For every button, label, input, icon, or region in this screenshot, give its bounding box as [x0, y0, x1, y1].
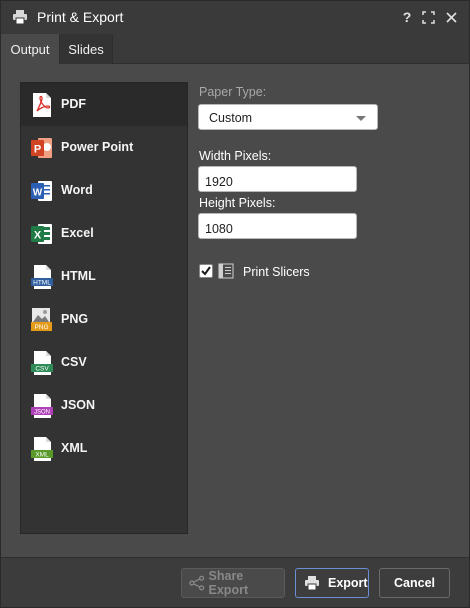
- svg-text:HTML: HTML: [33, 280, 51, 287]
- width-pixels-input[interactable]: [198, 166, 357, 192]
- powerpoint-icon: P: [31, 138, 52, 158]
- cancel-button[interactable]: Cancel: [379, 568, 450, 598]
- html-icon: HTML: [31, 265, 53, 289]
- tab-slides[interactable]: Slides: [60, 34, 113, 64]
- height-pixels-label: Height Pixels:: [199, 196, 276, 210]
- paper-type-label: Paper Type:: [199, 85, 267, 99]
- format-label: HTML: [61, 269, 96, 283]
- format-label: Power Point: [61, 140, 134, 154]
- format-item-word[interactable]: W Word: [21, 169, 187, 212]
- format-label: Word: [61, 183, 93, 197]
- paper-type-value: Custom: [209, 111, 253, 125]
- format-label: JSON: [61, 398, 96, 412]
- format-item-html[interactable]: HTML HTML: [21, 255, 187, 298]
- paper-type-select[interactable]: Custom: [198, 104, 378, 130]
- checkmark-icon: [201, 266, 211, 276]
- print-slicers-label: Print Slicers: [243, 265, 310, 279]
- svg-text:P: P: [34, 144, 41, 156]
- word-icon: W: [31, 181, 52, 201]
- svg-text:X: X: [34, 230, 42, 242]
- format-label: PNG: [61, 312, 89, 326]
- window-title: Print & Export: [37, 9, 124, 25]
- maximize-icon[interactable]: [418, 7, 438, 27]
- share-icon: [189, 575, 205, 591]
- format-item-powerpoint[interactable]: P Power Point: [21, 126, 187, 169]
- print-export-dialog: Print & Export ? Output Slides PDF P Pow…: [0, 0, 470, 608]
- height-pixels-input[interactable]: [198, 213, 357, 239]
- format-label: XML: [61, 441, 88, 455]
- help-icon[interactable]: ?: [397, 7, 417, 27]
- csv-icon: CSV: [31, 351, 53, 375]
- svg-text:XML: XML: [35, 452, 49, 459]
- json-icon: JSON: [31, 394, 53, 418]
- cancel-label: Cancel: [394, 576, 435, 590]
- svg-text:W: W: [33, 188, 43, 199]
- export-button[interactable]: Export: [295, 568, 369, 598]
- format-item-csv[interactable]: CSV CSV: [21, 341, 187, 384]
- width-pixels-label: Width Pixels:: [199, 149, 272, 163]
- format-list: PDF P Power Point W Word X Excel HTML HT…: [20, 82, 188, 534]
- format-label: Excel: [61, 226, 94, 240]
- share-export-label: Share Export: [208, 569, 249, 597]
- format-label: CSV: [61, 355, 87, 369]
- printer-icon: [305, 576, 319, 590]
- print-slicers-checkbox[interactable]: [199, 264, 213, 278]
- xml-icon: XML: [31, 437, 53, 461]
- excel-icon: X: [31, 224, 52, 244]
- format-item-pdf[interactable]: PDF: [21, 83, 187, 126]
- slicer-icon: [218, 263, 234, 279]
- title-bar: Print & Export ?: [1, 1, 469, 34]
- tab-bar: Output Slides: [1, 34, 469, 64]
- svg-text:JSON: JSON: [34, 410, 50, 416]
- pdf-icon: [33, 93, 51, 117]
- export-label: Export: [328, 576, 368, 590]
- format-item-json[interactable]: JSON JSON: [21, 384, 187, 427]
- share-export-button[interactable]: Share Export: [181, 568, 285, 598]
- png-icon: PNG: [31, 308, 52, 331]
- format-item-excel[interactable]: X Excel: [21, 212, 187, 255]
- close-icon[interactable]: [441, 7, 461, 27]
- tab-output[interactable]: Output: [1, 34, 60, 64]
- printer-icon: [13, 10, 27, 24]
- svg-text:CSV: CSV: [35, 366, 49, 373]
- format-item-png[interactable]: PNG PNG: [21, 298, 187, 341]
- format-item-xml[interactable]: XML XML: [21, 427, 187, 470]
- format-label: PDF: [61, 97, 86, 111]
- chevron-down-icon: [356, 116, 366, 121]
- svg-text:PNG: PNG: [34, 324, 48, 331]
